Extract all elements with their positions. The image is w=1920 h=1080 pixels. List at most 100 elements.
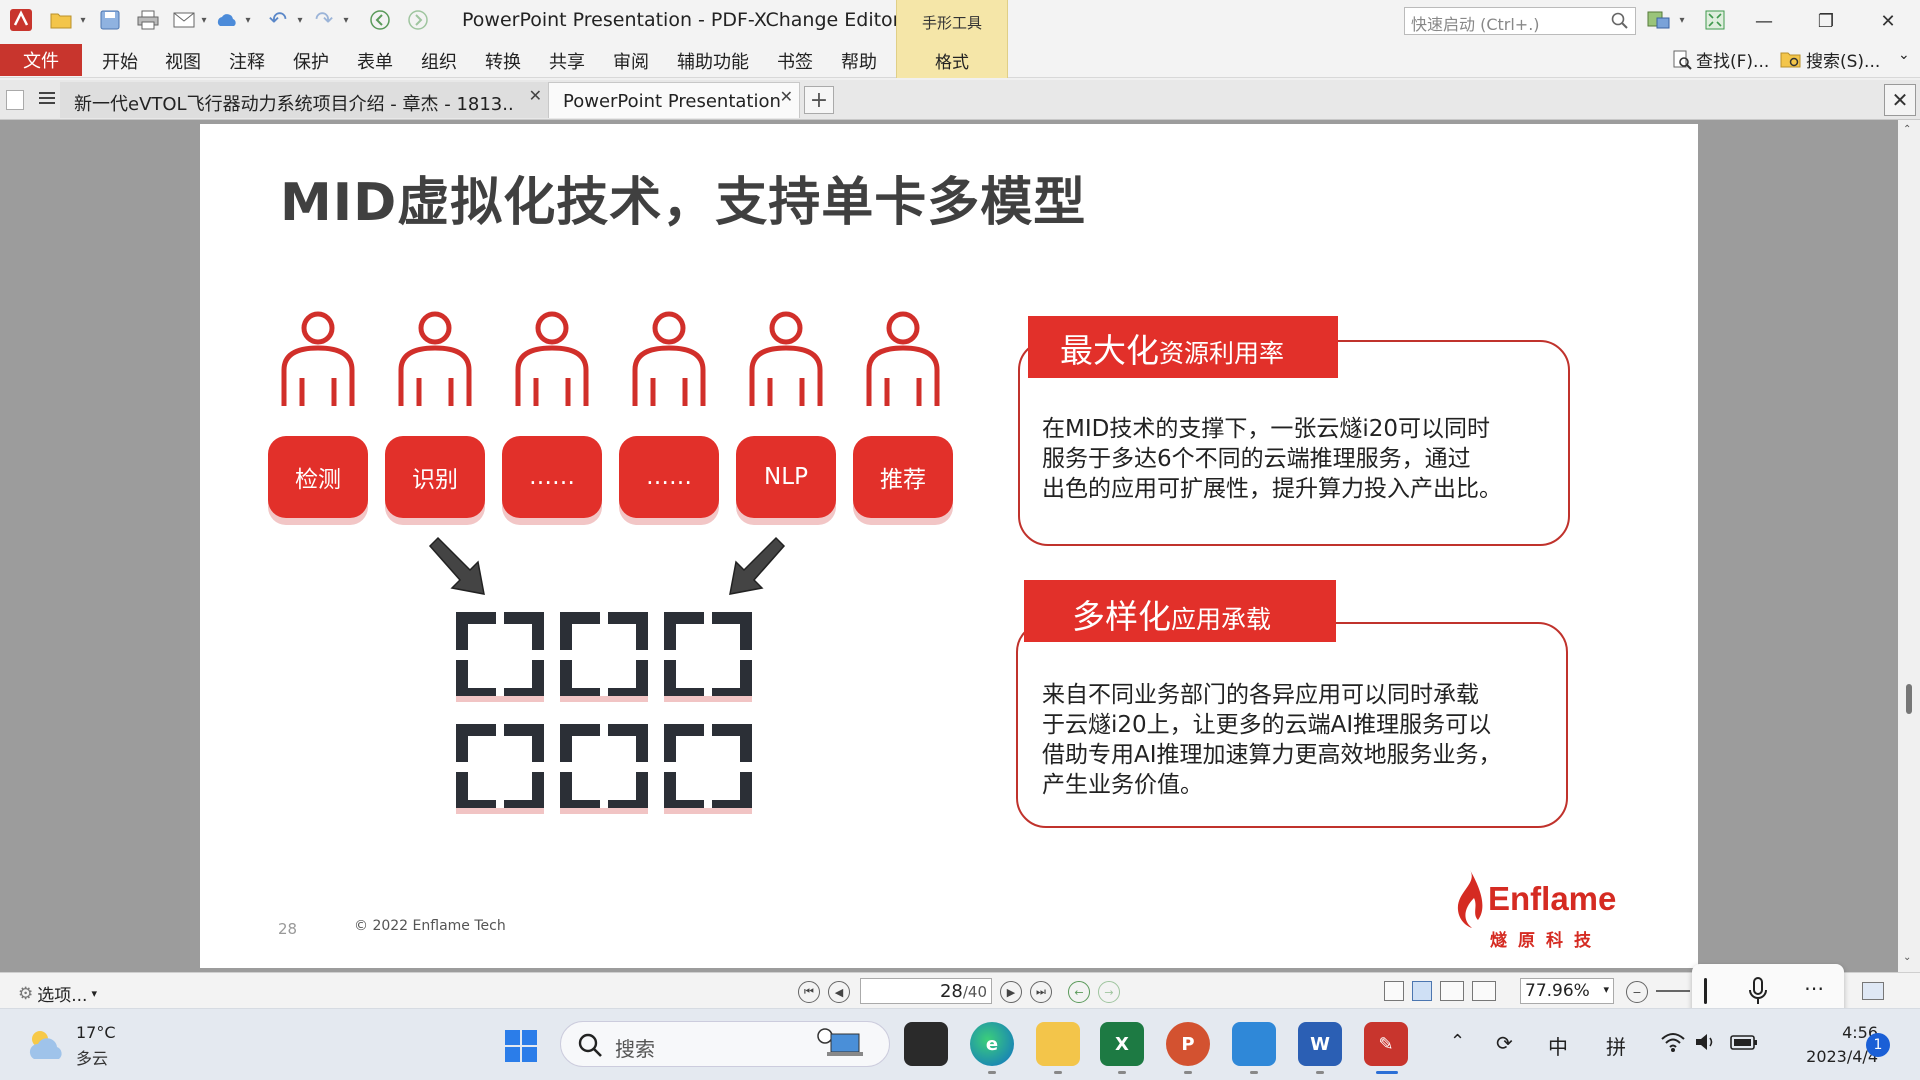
new-tab-button[interactable]: + [804,86,834,114]
page-thumbnail-icon[interactable] [1862,982,1884,1000]
zoom-slider[interactable] [1656,990,1690,992]
edge-browser-icon[interactable]: e [970,1022,1014,1066]
back-icon[interactable] [366,8,394,32]
battery-icon[interactable] [1730,1033,1758,1051]
find-button[interactable]: 查找(F)... [1672,47,1769,72]
forward-icon[interactable] [404,8,432,32]
next-page-button[interactable]: ▶ [1000,981,1022,1003]
scrollbar-thumb[interactable] [1906,684,1912,714]
ribbon-collapse-icon[interactable]: ⌄ [1898,47,1910,63]
word-icon[interactable]: W [1298,1022,1342,1066]
menu-share[interactable]: 共享 [549,48,585,74]
menu-comment[interactable]: 注释 [229,48,265,74]
scroll-up-icon[interactable]: ⌃ [1903,124,1911,135]
panel-toggle-icon[interactable] [6,90,24,110]
menu-view[interactable]: 视图 [165,48,201,74]
menu-bookmarks[interactable]: 书签 [777,48,813,74]
system-clock[interactable]: 4:56 2023/4/4 [1770,1021,1878,1069]
close-button[interactable]: ✕ [1868,6,1908,36]
task-view-icon[interactable] [904,1022,948,1066]
vertical-scrollbar[interactable]: ⌃ ⌄ [1898,120,1920,972]
context-tab-hand-tool[interactable]: 手形工具 格式 [896,0,1008,78]
quick-launch-input[interactable]: 快速启动 (Ctrl+.) [1404,7,1636,35]
zoom-out-button[interactable]: − [1626,981,1648,1003]
print-icon[interactable] [134,8,162,32]
tab-list-icon[interactable] [36,88,58,110]
undo-icon[interactable]: ↶ [264,8,292,33]
first-page-button[interactable]: ⏮ [798,981,820,1003]
excel-icon[interactable]: X [1100,1022,1144,1066]
open-folder-icon[interactable] [46,8,76,32]
user-icon [749,311,823,406]
callout-resource-text: 在MID技术的支撑下，一张云燧i20可以同时 服务于多达6个不同的云端推理服务，… [1042,416,1502,502]
single-page-view-icon[interactable] [1384,981,1404,1001]
previous-view-button[interactable]: ← [1068,981,1090,1003]
arrow-down-right-icon [428,536,485,595]
last-page-button[interactable]: ⏭ [1030,981,1052,1003]
menu-form[interactable]: 表单 [357,48,393,74]
user-icon [632,311,706,406]
cloud-icon[interactable] [212,8,242,32]
powerpoint-icon[interactable]: P [1166,1022,1210,1066]
continuous-view-icon[interactable] [1412,981,1432,1001]
chevron-down-icon[interactable]: ▾ [1676,8,1688,32]
more-options-icon[interactable]: ⋯ [1804,976,1824,1000]
close-tab-icon[interactable]: ✕ [780,87,793,106]
zoom-level-select[interactable]: 77.96% ▾ [1520,978,1614,1004]
user-icon [866,311,940,406]
tab-evtol-document[interactable]: 新一代eVTOL飞行器动力系统项目介绍 - 章杰 - 1813.. ✕ [60,82,548,118]
arrow-down-left-icon [729,536,786,595]
chevron-down-icon[interactable]: ▾ [76,8,90,32]
menu-home[interactable]: 开始 [102,48,138,74]
redo-icon[interactable]: ↷ [310,8,338,33]
app-running-indicator [1118,1071,1126,1074]
chevron-down-icon[interactable]: ▾ [198,8,210,32]
ime-language-indicator[interactable]: 中 [1548,1031,1568,1060]
windows-start-icon[interactable] [504,1029,538,1063]
next-view-button[interactable]: → [1098,981,1120,1003]
menu-review[interactable]: 审阅 [613,48,649,74]
continuous-facing-view-icon[interactable] [1472,981,1496,1001]
facing-view-icon[interactable] [1440,981,1464,1001]
chevron-down-icon[interactable]: ▾ [242,8,254,32]
close-document-button[interactable]: ✕ [1884,84,1916,116]
microphone-icon[interactable] [1748,976,1768,1006]
taskbar-search-box[interactable]: 搜索 [560,1021,890,1067]
search-button[interactable]: 搜索(S)... [1780,47,1880,72]
gpu-chip-grid [454,610,754,828]
sync-icon[interactable]: ⟳ [1496,1031,1513,1055]
menu-accessibility[interactable]: 辅助功能 [677,48,749,74]
menu-help[interactable]: 帮助 [841,48,877,74]
scroll-down-icon[interactable]: ⌄ [1903,952,1911,963]
file-menu-button[interactable]: 文件 [0,44,82,76]
close-tab-icon[interactable]: ✕ [529,86,542,105]
slide-page-number: 28 [278,920,298,938]
volume-icon[interactable] [1694,1031,1718,1053]
chevron-down-icon[interactable]: ▾ [294,8,306,32]
tray-overflow-icon[interactable]: ⌃ [1450,1031,1465,1052]
app-active-indicator [1376,1071,1398,1074]
ime-mode-indicator[interactable]: 拼 [1606,1031,1626,1060]
fullscreen-icon[interactable] [1700,8,1730,32]
layout-icon[interactable] [1644,8,1674,32]
minimize-button[interactable]: — [1744,6,1784,36]
file-explorer-icon[interactable] [1036,1022,1080,1066]
wifi-icon[interactable] [1660,1031,1686,1053]
context-tab-format[interactable]: 格式 [897,48,1007,73]
email-icon[interactable] [170,8,198,32]
options-button[interactable]: ⚙ 选项... ▾ [18,981,97,1007]
chevron-down-icon[interactable]: ▾ [340,8,352,32]
page-number-input[interactable]: 28/40 [860,978,992,1004]
menu-protect[interactable]: 保护 [293,48,329,74]
menu-convert[interactable]: 转换 [485,48,521,74]
tab-powerpoint-presentation[interactable]: PowerPoint Presentation ✕ [548,82,800,118]
pdf-xchange-icon[interactable]: ✎ [1364,1022,1408,1066]
weather-widget[interactable]: 17°C 多云 [26,1023,136,1069]
save-icon[interactable] [96,8,124,32]
menu-organize[interactable]: 组织 [421,48,457,74]
notification-badge[interactable]: 1 [1866,1033,1890,1057]
previous-page-button[interactable]: ◀ [828,981,850,1003]
document-tab-bar: 新一代eVTOL飞行器动力系统项目介绍 - 章杰 - 1813.. ✕ Powe… [0,80,1920,120]
restore-button[interactable]: ❐ [1806,6,1846,36]
photos-icon[interactable] [1232,1022,1276,1066]
